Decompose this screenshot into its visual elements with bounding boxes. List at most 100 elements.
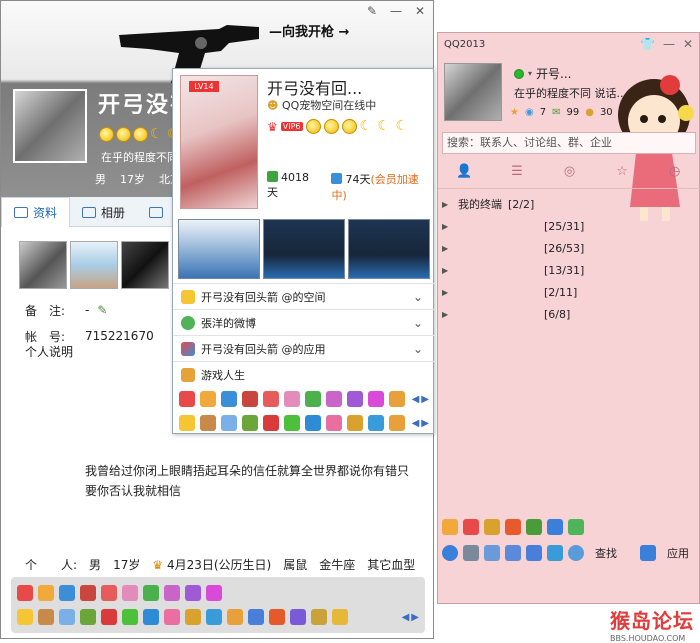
card-link-qzone[interactable]: 开弓没有回头箭 @的空间 ⌄ [173, 283, 435, 309]
group-row[interactable]: ▶ [13/31] [442, 259, 622, 281]
star-icon[interactable] [17, 609, 33, 625]
diamond-icon[interactable] [143, 585, 159, 601]
tab-contacts[interactable]: 👤 [452, 164, 476, 184]
badge-icon[interactable] [101, 609, 117, 625]
badge-icon[interactable] [59, 585, 75, 601]
tab-recent[interactable]: ◷ [663, 164, 687, 184]
shield-icon[interactable] [332, 609, 348, 625]
my-avatar[interactable] [444, 63, 502, 121]
camera-icon[interactable] [143, 609, 159, 625]
volume-icon[interactable] [484, 545, 500, 561]
screenshot-thumb[interactable] [178, 219, 260, 279]
next-icon[interactable]: ▶ [411, 612, 419, 623]
prev-icon[interactable]: ◀ [412, 418, 420, 429]
online-status-icon[interactable] [514, 68, 524, 79]
diamond-icon[interactable] [347, 391, 363, 407]
badge-icon[interactable] [38, 609, 54, 625]
badge-icon[interactable] [80, 609, 96, 625]
card-link-weibo[interactable]: 張洋的微博 ⌄ [173, 309, 435, 335]
badge-icon[interactable] [227, 609, 243, 625]
next-icon[interactable]: ▶ [421, 394, 429, 405]
shield-icon[interactable] [248, 609, 264, 625]
badge-icon[interactable] [185, 609, 201, 625]
star-icon[interactable]: ★ [510, 107, 519, 118]
chevron-down-icon[interactable]: ▾ [528, 69, 532, 78]
group-row[interactable]: ▶ [2/11] [442, 281, 622, 303]
pin-icon[interactable]: ✎ [363, 3, 381, 19]
group-row[interactable]: ▶ 我的终端 [2/2] [442, 193, 622, 215]
badge-icon[interactable] [242, 391, 258, 407]
skin-icon[interactable]: 👕 [640, 37, 655, 51]
badge-icon[interactable] [284, 415, 300, 431]
badge-icon[interactable] [290, 609, 306, 625]
badge-icon[interactable] [269, 609, 285, 625]
screenshot-thumb[interactable] [348, 219, 430, 279]
avatar[interactable] [13, 89, 87, 163]
group-row[interactable]: ▶ [26/53] [442, 237, 622, 259]
app-shortcut-icon[interactable] [463, 519, 479, 535]
app-shortcut-icon[interactable] [568, 519, 584, 535]
badge-pager[interactable]: ◀ ▶ [412, 394, 429, 405]
chevron-down-icon[interactable]: ⌄ [413, 290, 423, 304]
badge-icon[interactable] [221, 415, 237, 431]
heart-icon[interactable] [179, 391, 195, 407]
settings-icon[interactable] [463, 545, 479, 561]
tab-qzone[interactable]: ◎ [557, 164, 581, 184]
app-shortcut-icon[interactable] [484, 519, 500, 535]
card-link-apps[interactable]: 开弓没有回头箭 @的应用 ⌄ [173, 335, 435, 361]
badge-icon[interactable] [164, 609, 180, 625]
heart-icon[interactable] [17, 585, 33, 601]
search-icon[interactable] [568, 545, 584, 561]
tab-info[interactable]: 资料 [1, 197, 71, 227]
group-row[interactable]: ▶ [25/31] [442, 215, 622, 237]
diamond-icon[interactable] [284, 391, 300, 407]
wallet-icon[interactable]: ● [585, 107, 594, 118]
badge-icon[interactable] [311, 609, 327, 625]
badge-pager[interactable]: ◀ ▶ [402, 612, 419, 623]
badge-icon[interactable] [347, 415, 363, 431]
apps-button[interactable]: 应用 [667, 545, 689, 561]
minimize-button[interactable]: — [663, 37, 675, 51]
card-link-games[interactable]: 游戏人生 [173, 361, 435, 387]
screenshot-thumb[interactable] [263, 219, 345, 279]
find-button[interactable]: 查找 [595, 545, 617, 561]
prev-icon[interactable]: ◀ [412, 394, 420, 405]
diamond-icon[interactable] [263, 391, 279, 407]
chevron-down-icon[interactable]: ⌄ [413, 316, 423, 330]
badge-icon[interactable] [38, 585, 54, 601]
diamond-icon[interactable] [368, 391, 384, 407]
diamond-icon[interactable] [305, 391, 321, 407]
search-input[interactable]: 搜索：联系人、讨论组、群、企业 [442, 132, 696, 154]
prev-icon[interactable]: ◀ [402, 612, 410, 623]
badge-icon[interactable] [368, 415, 384, 431]
shield-icon[interactable] [526, 545, 542, 561]
badge-icon[interactable] [263, 415, 279, 431]
next-icon[interactable]: ▶ [421, 418, 429, 429]
badge-icon[interactable] [242, 415, 258, 431]
star-icon[interactable] [179, 415, 195, 431]
app-shortcut-icon[interactable] [505, 519, 521, 535]
camera-icon[interactable] [305, 415, 321, 431]
badge-icon[interactable] [389, 391, 405, 407]
badge-icon[interactable] [206, 609, 222, 625]
files-icon[interactable] [547, 545, 563, 561]
qzone-icon[interactable]: ◉ [525, 107, 534, 118]
diamond-icon[interactable] [326, 391, 342, 407]
badge-pager[interactable]: ◀ ▶ [412, 418, 429, 429]
close-button[interactable]: ✕ [683, 37, 693, 51]
close-button[interactable]: ✕ [411, 3, 429, 19]
messages-icon[interactable] [505, 545, 521, 561]
app-shortcut-icon[interactable] [526, 519, 542, 535]
tab-groups[interactable]: ☰ [505, 164, 529, 184]
badge-icon[interactable] [326, 415, 342, 431]
photo-thumb[interactable] [70, 241, 118, 289]
badge-icon[interactable] [389, 415, 405, 431]
tab-album[interactable]: 相册 [70, 197, 137, 227]
mail-icon[interactable]: ✉ [552, 107, 560, 118]
badge-icon[interactable] [122, 609, 138, 625]
diamond-icon[interactable] [206, 585, 222, 601]
badge-icon[interactable] [221, 391, 237, 407]
photo-thumb[interactable] [19, 241, 67, 289]
chevron-down-icon[interactable]: ⌄ [413, 342, 423, 356]
app-grid-icon[interactable] [640, 545, 656, 561]
